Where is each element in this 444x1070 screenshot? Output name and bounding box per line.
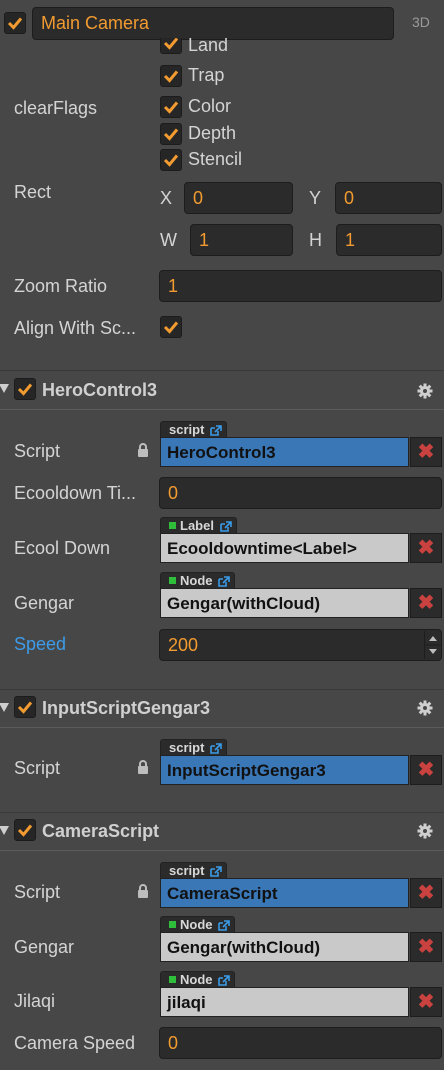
camscript-gengar-remove-icon[interactable]: ✖ [410, 932, 442, 962]
node-tag-label: Node [180, 972, 213, 987]
camscript-script-tag: script [160, 862, 228, 878]
flag-stencil-label: Stencil [188, 149, 243, 169]
node-dot-icon [169, 976, 176, 984]
speed-stepper-arrows-icon[interactable] [425, 631, 441, 659]
ecool-down-label: Ecool Down [14, 538, 111, 558]
rect-h-label: H [309, 230, 322, 250]
camscript-script-ref-field[interactable]: CameraScript [160, 878, 409, 908]
ecool-down-tag: Label [160, 517, 237, 533]
hero-script-tag: script [160, 421, 228, 437]
camscript-settings-gear-icon[interactable] [417, 823, 433, 839]
camera-speed-label: Camera Speed [14, 1033, 136, 1053]
node-dot-icon [169, 522, 176, 530]
lock-icon [138, 443, 148, 457]
input-script-tag: script [160, 739, 228, 755]
flag-trap-label: Trap [188, 65, 225, 85]
node-dot-icon [169, 577, 176, 585]
align-with-screen-label: Align With Sc... [14, 318, 137, 338]
rect-w-label: W [160, 230, 177, 250]
flag-color-label: Color [188, 96, 232, 116]
rect-y-input[interactable]: 0 [335, 182, 442, 214]
node-dot-icon [169, 921, 176, 929]
camscript-collapse-arrow-icon[interactable] [0, 826, 9, 835]
external-link-icon[interactable] [218, 975, 230, 986]
input-script-remove-icon[interactable]: ✖ [410, 755, 442, 785]
flag-depth-checkbox[interactable] [160, 123, 182, 145]
zoom-ratio-input[interactable]: 1 [159, 270, 442, 302]
flag-land-checkbox[interactable] [160, 38, 182, 54]
camscript-script-label: Script [14, 882, 61, 902]
speed-label: Speed [14, 634, 67, 654]
align-with-screen-checkbox[interactable] [160, 316, 182, 338]
camscript-gengar-ref-field[interactable]: Gengar(withCloud) [160, 932, 409, 962]
flag-depth-label: Depth [188, 123, 237, 143]
hero-script-ref-field[interactable]: HeroControl3 [160, 437, 409, 467]
script-tag-label: script [169, 422, 205, 437]
hero-script-label: Script [14, 441, 61, 461]
camera-speed-input[interactable]: 0 [159, 1027, 442, 1059]
jilaqi-ref-field[interactable]: jilaqi [160, 987, 409, 1017]
flag-land-row[interactable]: Land [160, 38, 360, 55]
input-component-title: InputScriptGengar3 [42, 698, 211, 718]
external-link-icon[interactable] [210, 743, 222, 754]
external-link-icon[interactable] [219, 521, 232, 532]
external-link-icon[interactable] [218, 920, 230, 931]
input-script-ref-field[interactable]: InputScriptGengar3 [160, 755, 409, 785]
script-tag-label: script [169, 740, 205, 755]
jilaqi-remove-icon[interactable]: ✖ [410, 987, 442, 1017]
zoom-ratio-label: Zoom Ratio [14, 276, 108, 296]
jilaqi-tag: Node [160, 971, 236, 987]
speed-input[interactable]: 200 [159, 629, 442, 661]
rect-x-label: X [160, 188, 173, 208]
label-tag-label: Label [180, 518, 214, 533]
rect-w-input[interactable]: 1 [190, 224, 293, 256]
external-link-icon[interactable] [210, 866, 222, 877]
hero-component-title: HeroControl3 [42, 380, 158, 400]
external-link-icon[interactable] [210, 425, 222, 436]
lock-icon [138, 760, 148, 774]
flag-land-label: Land [188, 38, 229, 55]
rect-h-input[interactable]: 1 [336, 224, 442, 256]
camscript-script-remove-icon[interactable]: ✖ [410, 878, 442, 908]
camscript-component-title: CameraScript [42, 821, 160, 841]
ecool-down-remove-icon[interactable]: ✖ [410, 533, 442, 563]
external-link-icon[interactable] [218, 576, 230, 587]
lock-icon [138, 884, 148, 898]
clear-flags-label: clearFlags [14, 98, 98, 118]
mode-3d-label: 3D [412, 14, 430, 30]
hero-gengar-ref-field[interactable]: Gengar(withCloud) [160, 588, 409, 618]
camscript-enabled-checkbox[interactable] [14, 819, 36, 841]
ecool-down-ref-field[interactable]: Ecooldowntime<Label> [160, 533, 409, 563]
hero-collapse-arrow-icon[interactable] [0, 384, 9, 393]
hero-gengar-remove-icon[interactable]: ✖ [410, 588, 442, 618]
rect-x-input[interactable]: 0 [184, 182, 293, 214]
ecooldown-time-label: Ecooldown Ti... [14, 483, 137, 503]
flag-stencil-checkbox[interactable] [160, 149, 182, 171]
camscript-gengar-label: Gengar [14, 937, 75, 957]
jilaqi-label: Jilaqi [14, 991, 56, 1011]
input-script-label: Script [14, 758, 61, 778]
camscript-gengar-tag: Node [160, 916, 236, 932]
speed-stepper[interactable] [424, 631, 441, 659]
script-tag-label: script [169, 863, 205, 878]
node-name-input[interactable]: Main Camera [32, 7, 394, 40]
input-enabled-checkbox[interactable] [14, 696, 36, 718]
input-settings-gear-icon[interactable] [417, 700, 433, 716]
hero-gengar-tag: Node [160, 572, 236, 588]
node-active-checkbox[interactable] [4, 12, 26, 34]
node-tag-label: Node [180, 573, 213, 588]
input-collapse-arrow-icon[interactable] [0, 703, 9, 712]
hero-gengar-label: Gengar [14, 593, 75, 613]
rect-y-label: Y [309, 188, 322, 208]
flag-trap-checkbox[interactable] [160, 65, 182, 87]
hero-settings-gear-icon[interactable] [417, 383, 433, 399]
rect-label: Rect [14, 182, 52, 202]
hero-script-remove-icon[interactable]: ✖ [410, 437, 442, 467]
node-tag-label: Node [180, 917, 213, 932]
hero-enabled-checkbox[interactable] [14, 378, 36, 400]
flag-color-checkbox[interactable] [160, 96, 182, 118]
ecooldown-time-input[interactable]: 0 [159, 477, 442, 509]
